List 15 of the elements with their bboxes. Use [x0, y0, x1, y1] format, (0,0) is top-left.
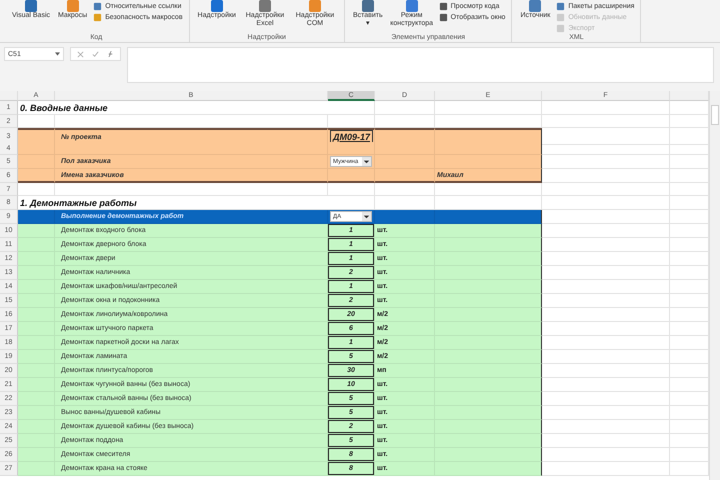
caret-icon: [362, 157, 371, 166]
close-icon[interactable]: [77, 50, 84, 58]
ribbon-icon: [404, 0, 419, 12]
ribbon-icon: [258, 0, 272, 12]
ribbon-icon: [66, 0, 80, 12]
function-icon[interactable]: [107, 50, 114, 58]
ribbon-icon: [24, 0, 38, 12]
caret-icon: [362, 212, 371, 221]
ribbon-icon: [210, 0, 224, 12]
caret-icon: [55, 52, 60, 56]
table-cell: 0. Вводные данные: [18, 101, 375, 115]
ribbon-icon: [528, 0, 542, 12]
ribbon-icon: [360, 0, 375, 12]
checkmark-icon[interactable]: [92, 50, 99, 58]
ribbon-icon: [308, 0, 322, 12]
